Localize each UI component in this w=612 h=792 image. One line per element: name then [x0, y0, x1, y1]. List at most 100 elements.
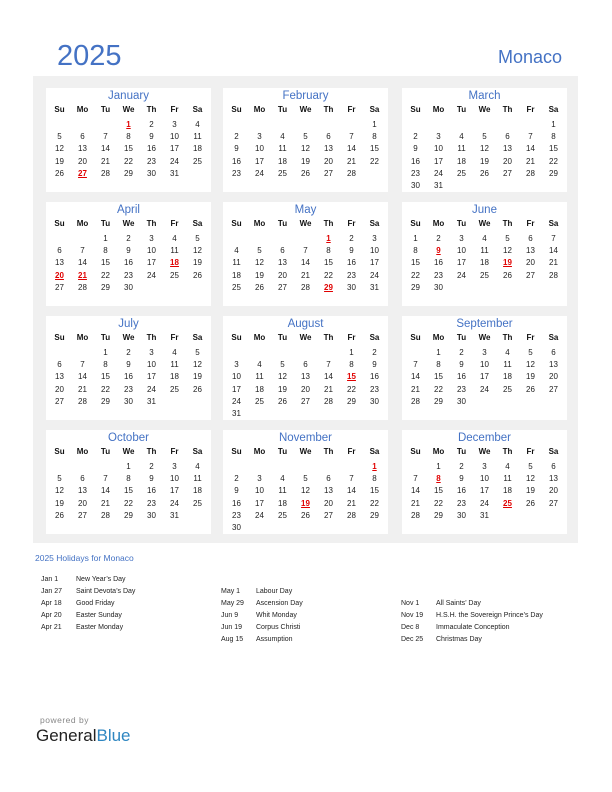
week-row: 2 3 4 5 6 7 8 — [402, 131, 567, 143]
day: 27 — [503, 168, 512, 178]
week-row: 19 20 21 22 23 24 25 — [46, 156, 211, 168]
day: 22 — [434, 384, 443, 394]
day: 27 — [301, 396, 310, 406]
day: 17 — [370, 258, 379, 268]
day: 13 — [526, 246, 535, 256]
day: 11 — [170, 246, 179, 256]
day: 8 — [436, 360, 441, 370]
weekday-label: Th — [502, 105, 513, 114]
day: 18 — [170, 372, 179, 382]
week-row: 12 — [223, 347, 388, 359]
day: 27 — [324, 510, 333, 520]
day: 7 — [80, 246, 85, 256]
month-name: December — [457, 432, 512, 444]
day: 5 — [57, 474, 62, 484]
day: 16 — [434, 258, 443, 268]
day: 27 — [78, 510, 87, 520]
day: 26 — [193, 384, 202, 394]
weekday-label: Fr — [526, 447, 535, 456]
day: 11 — [193, 132, 202, 142]
day: 18 — [503, 372, 512, 382]
week-row: 26 27 28 29 30 31 — [46, 168, 211, 180]
day: 15 — [101, 372, 110, 382]
weekday-label: Mo — [253, 219, 266, 228]
holiday-item: May 1 Labour Day — [221, 586, 303, 598]
day: 19 — [526, 486, 535, 496]
day: 27 — [55, 396, 64, 406]
weekday-header: Su Mo Tu We Th Fr Sa — [223, 104, 388, 116]
day: 22 — [370, 498, 379, 508]
week-row: 28 29 30 31 — [402, 510, 567, 522]
day: 22 — [347, 384, 356, 394]
day: 22 — [101, 384, 110, 394]
day: 4 — [505, 462, 510, 471]
day: 9 — [349, 246, 354, 256]
weekday-label: Sa — [369, 219, 380, 228]
day: 9 — [413, 144, 418, 154]
day: 3 — [436, 132, 441, 142]
weekday-label: Su — [410, 333, 421, 342]
month-january: January Su Mo Tu We Th Fr Sa 1 2 3 4 5 6 7 8 9 10 11 12 13 14… — [46, 88, 211, 192]
day: 12 — [526, 360, 535, 370]
day: 12 — [503, 246, 512, 256]
weekday-label: Th — [146, 105, 157, 114]
week-row: 1 — [402, 119, 567, 131]
holiday-date: Apr 20 — [41, 612, 62, 619]
day: 21 — [411, 498, 420, 508]
day: 14 — [324, 372, 333, 382]
day: 26 — [503, 270, 512, 280]
day: 1 — [413, 234, 418, 243]
day: 22 — [124, 498, 133, 508]
day: 6 — [57, 360, 62, 370]
day: 10 — [480, 360, 489, 370]
month-name: April — [116, 204, 140, 216]
holiday-item: Dec 25 Christmas Day — [401, 634, 543, 646]
weekday-label: Mo — [253, 105, 266, 114]
day: 6 — [280, 246, 285, 256]
day: 26 — [255, 282, 264, 292]
day: 29 — [370, 510, 379, 520]
weekday-label: Th — [146, 219, 157, 228]
day: 22 — [434, 498, 443, 508]
holiday-name: Saint Devota’s Day — [76, 588, 136, 595]
week-row: 14 15 16 17 18 19 20 — [402, 371, 567, 383]
weekday-header: Su Mo Tu We Th Fr Sa — [402, 218, 567, 230]
weekday-label: Mo — [432, 333, 445, 342]
day: 16 — [411, 156, 420, 166]
weekday-label: Su — [54, 447, 65, 456]
day: 2 — [372, 348, 377, 357]
month-name: January — [108, 90, 149, 102]
week-row: 9 10 11 12 13 14 15 — [223, 485, 388, 497]
day: 21 — [347, 156, 356, 166]
day: 5 — [528, 462, 533, 471]
day: 15 — [101, 258, 110, 268]
day: 1 — [551, 120, 556, 129]
week-row: 13 14 15 16 17 18 19 — [46, 257, 211, 269]
day: 28 — [411, 510, 420, 520]
day: 24 — [370, 270, 379, 280]
month-july: July Su Mo Tu We Th Fr Sa 1 2 3 4 5 6 7 8 9 10 11 12 13 14 15 1… — [46, 316, 211, 420]
week-row: 28 29 30 — [402, 396, 567, 408]
day: 12 — [55, 144, 64, 154]
day: 12 — [301, 486, 310, 496]
day: 20 — [278, 270, 287, 280]
week-row: 27 28 29 30 — [46, 282, 211, 294]
weekday-label: Su — [410, 219, 421, 228]
day: 14 — [549, 246, 558, 256]
day: 31 — [170, 510, 179, 520]
weekday-label: Tu — [456, 219, 467, 228]
day: 29 — [434, 396, 443, 406]
day: 24 — [457, 270, 466, 280]
day: 10 — [255, 144, 264, 154]
day: 31 — [434, 181, 443, 190]
day: 20 — [78, 156, 87, 166]
day: 8 — [126, 132, 131, 142]
holiday-name: Christmas Day — [436, 636, 482, 643]
weekday-label: Su — [231, 333, 242, 342]
day: 18 — [255, 384, 264, 394]
holiday-day: 1 — [126, 120, 131, 129]
day: 1 — [349, 348, 354, 357]
weekday-header: Su Mo Tu We Th Fr Sa — [402, 332, 567, 344]
weekday-label: Mo — [76, 219, 89, 228]
day: 21 — [101, 156, 110, 166]
